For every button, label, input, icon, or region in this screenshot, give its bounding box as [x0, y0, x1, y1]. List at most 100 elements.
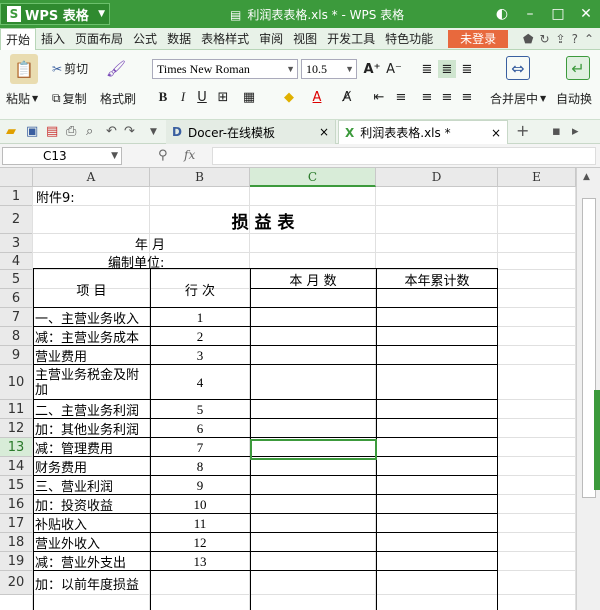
row-header[interactable]: 2	[0, 206, 33, 234]
line-no-cell[interactable]: 8	[150, 457, 250, 476]
menu-features[interactable]: 特色功能	[380, 28, 438, 50]
close-icon[interactable]: ×	[319, 125, 329, 139]
redo-icon[interactable]: ↷	[124, 124, 135, 139]
row-header[interactable]: 3	[0, 234, 33, 253]
row-header[interactable]: 18	[0, 533, 33, 552]
row-header[interactable]: 6	[0, 289, 33, 308]
copy-button[interactable]: ⧉ 复制	[52, 90, 87, 107]
menu-formulas[interactable]: 公式	[128, 28, 162, 50]
auto-wrap-button[interactable]: 自动换	[556, 90, 592, 107]
menu-table-style[interactable]: 表格样式	[196, 28, 254, 50]
col-header-c[interactable]: C	[250, 168, 376, 187]
wrap-icon[interactable]: ≡	[392, 88, 410, 106]
line-no-cell[interactable]: 1	[150, 308, 250, 327]
item-cell[interactable]: 主营业务税金及附加	[35, 365, 149, 400]
line-no-cell[interactable]: 2	[150, 327, 250, 346]
side-panel-handle[interactable]	[594, 390, 600, 490]
row-header[interactable]: 13	[0, 438, 33, 457]
print-preview-icon[interactable]: ⌕	[86, 124, 93, 139]
line-no-cell[interactable]: 6	[150, 419, 250, 438]
selected-cell-c13[interactable]	[250, 439, 377, 460]
scroll-up-icon[interactable]: ▲	[583, 172, 590, 182]
row-header[interactable]: 5	[0, 270, 33, 289]
item-cell[interactable]: 加：投资收益	[35, 495, 149, 514]
align-middle-icon[interactable]: ≣	[438, 60, 456, 78]
col-header-d[interactable]: D	[376, 168, 498, 187]
item-cell[interactable]: 减：管理费用	[35, 438, 149, 457]
auto-wrap-icon-wrap[interactable]: ↵	[566, 56, 590, 80]
merge-center-icon-wrap[interactable]: ⇔	[506, 56, 530, 80]
fill-color-icon[interactable]: ◆	[280, 88, 298, 106]
login-button[interactable]: 未登录	[448, 29, 509, 48]
line-no-cell[interactable]: 10	[150, 495, 250, 514]
help-icon[interactable]: ?	[572, 32, 578, 46]
tab-profit-file[interactable]: X 利润表表格.xls * ×	[338, 120, 508, 144]
close-icon[interactable]: ×	[491, 126, 501, 140]
header-month-amount[interactable]: 本 月 数	[250, 270, 376, 289]
vertical-scrollbar[interactable]: ▲	[576, 168, 600, 610]
tab-docer-template[interactable]: D Docer-在线模板 ×	[166, 120, 336, 144]
line-no-cell[interactable]	[150, 571, 250, 595]
item-cell[interactable]: 财务费用	[35, 457, 149, 476]
italic-button[interactable]: I	[174, 88, 192, 106]
tab-options-icon[interactable]: ▸	[572, 124, 579, 139]
menu-insert[interactable]: 插入	[36, 28, 70, 50]
menu-developer[interactable]: 开发工具	[322, 28, 380, 50]
compiler-label[interactable]: 编制单位:	[108, 253, 164, 270]
bold-button[interactable]: B	[154, 88, 172, 106]
header-item[interactable]: 项 目	[33, 270, 150, 308]
sheet-title[interactable]: 损 益 表	[150, 206, 376, 234]
format-painter-button[interactable]: 格式刷	[100, 90, 136, 107]
menu-data[interactable]: 数据	[162, 28, 196, 50]
indent-icon[interactable]: ⇤	[370, 88, 388, 106]
col-header-a[interactable]: A	[33, 168, 150, 187]
font-size-select[interactable]: 10.5 ▼	[301, 59, 357, 79]
row-header[interactable]: 12	[0, 419, 33, 438]
row-header[interactable]: 1	[0, 187, 33, 206]
fx-button[interactable]: fx	[184, 148, 195, 162]
item-cell[interactable]: 减：营业外支出	[35, 552, 149, 571]
decrease-font-button[interactable]: A⁻	[385, 60, 403, 78]
annex-label[interactable]: 附件9:	[36, 187, 75, 206]
year-month-label[interactable]: 年 月	[100, 234, 200, 253]
row-header[interactable]: 15	[0, 476, 33, 495]
new-tab-icon[interactable]: +	[516, 121, 529, 140]
borders-icon[interactable]: ⊞	[214, 88, 232, 106]
font-name-select[interactable]: Times New Roman ▼	[152, 59, 298, 79]
format-painter-icon-wrap[interactable]: 🖌	[104, 56, 128, 80]
row-header[interactable]: 19	[0, 552, 33, 571]
item-cell[interactable]: 减：主营业务成本	[35, 327, 149, 346]
open-folder-icon[interactable]: ▰	[6, 124, 16, 139]
underline-button[interactable]: U	[193, 88, 211, 106]
tab-list-icon[interactable]: ▪	[552, 124, 561, 139]
increase-font-button[interactable]: A⁺	[363, 60, 381, 78]
line-no-cell[interactable]: 13	[150, 552, 250, 571]
shield-icon[interactable]: ⬟	[523, 32, 533, 46]
item-cell[interactable]: 三、营业利润	[35, 476, 149, 495]
item-cell[interactable]: 加：其他业务利润	[35, 419, 149, 438]
align-bottom-icon[interactable]: ≣	[458, 60, 476, 78]
name-box[interactable]: C13 ▼	[2, 147, 122, 165]
line-no-cell[interactable]: 7	[150, 438, 250, 457]
line-no-cell[interactable]: 5	[150, 400, 250, 419]
col-header-b[interactable]: B	[150, 168, 250, 187]
font-color-icon[interactable]: A	[308, 88, 326, 106]
paste-icon-wrap[interactable]: 📋	[10, 54, 38, 84]
align-top-icon[interactable]: ≣	[418, 60, 436, 78]
header-line-no[interactable]: 行 次	[150, 270, 250, 308]
close-window-button[interactable]: ✕	[572, 0, 600, 28]
row-header[interactable]: 7	[0, 308, 33, 327]
item-cell[interactable]: 加：以前年度损益	[35, 571, 149, 595]
cut-button[interactable]: ✂ 剪切	[52, 60, 88, 77]
spreadsheet-grid[interactable]: A B C D E 1 2 3 4 5 6 7 一、主营业务收入 1 8 减：主营业务成本 2 9 营业费…	[0, 168, 576, 610]
item-cell[interactable]: 营业外收入	[35, 533, 149, 552]
line-no-cell[interactable]: 9	[150, 476, 250, 495]
minimize-button[interactable]: –	[516, 0, 544, 28]
menu-home[interactable]: 开始	[0, 27, 37, 50]
maximize-button[interactable]: □	[544, 0, 572, 28]
menu-page-layout[interactable]: 页面布局	[70, 28, 128, 50]
row-header[interactable]: 9	[0, 346, 33, 365]
line-no-cell[interactable]: 3	[150, 346, 250, 365]
cell-style-icon[interactable]: ▦	[240, 88, 258, 106]
align-center-icon[interactable]: ≡	[438, 88, 456, 106]
